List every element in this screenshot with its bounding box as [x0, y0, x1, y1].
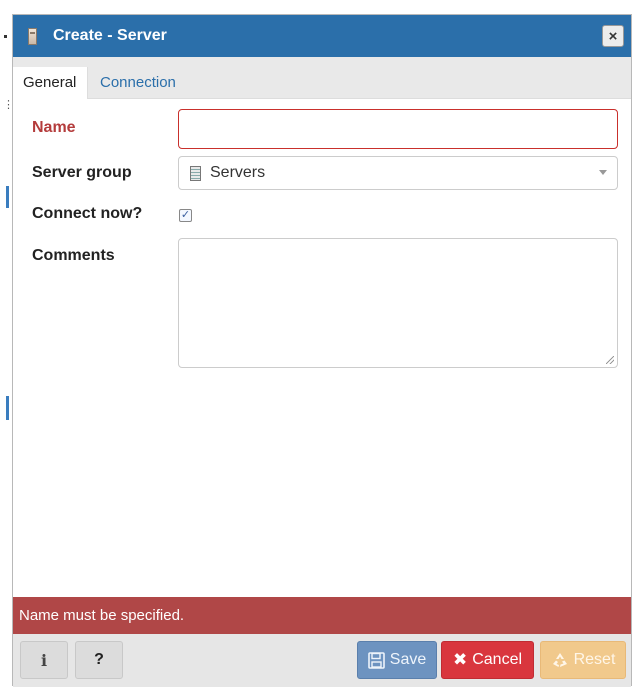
tab-general[interactable]: General: [13, 67, 88, 99]
name-input[interactable]: [178, 109, 618, 149]
reset-button[interactable]: Reset: [540, 641, 626, 679]
server-group-value: Servers: [210, 164, 266, 181]
reset-label: Reset: [573, 651, 616, 668]
background-app-fragment: [6, 186, 9, 208]
cancel-label: Cancel: [472, 651, 523, 668]
save-button[interactable]: Save: [357, 641, 437, 679]
connect-now-label: Connect now?: [32, 205, 143, 222]
server-icon: [28, 27, 37, 45]
background-app-fragment: [6, 396, 9, 420]
x-icon: ✖: [452, 650, 468, 669]
tab-connection[interactable]: Connection: [90, 67, 186, 99]
tab-bar: General Connection: [13, 57, 631, 99]
name-label: Name: [32, 119, 76, 136]
server-group-label: Server group: [32, 164, 132, 181]
resize-handle-icon[interactable]: [606, 356, 614, 364]
dialog-footer: i ? Save ✖ Cancel Reset: [13, 634, 631, 687]
comments-textarea[interactable]: [178, 238, 618, 368]
dialog-title: Create - Server: [53, 27, 167, 44]
comments-label: Comments: [32, 247, 115, 264]
background-app-fragment: [4, 35, 7, 38]
save-label: Save: [389, 651, 427, 668]
floppy-disk-icon: [367, 651, 385, 669]
create-server-dialog: Create - Server × General Connection Nam…: [12, 14, 632, 687]
dialog-titlebar[interactable]: Create - Server ×: [13, 15, 631, 57]
close-button[interactable]: ×: [602, 25, 624, 47]
recycle-icon: [551, 651, 569, 669]
server-group-select[interactable]: Servers: [178, 156, 618, 190]
chevron-down-icon[interactable]: [599, 170, 607, 175]
server-group-icon: [190, 165, 201, 181]
error-message: Name must be specified.: [13, 597, 631, 634]
info-button[interactable]: i: [20, 641, 68, 679]
help-button[interactable]: ?: [75, 641, 123, 679]
connect-now-checkbox[interactable]: ✓: [179, 209, 192, 222]
cancel-button[interactable]: ✖ Cancel: [441, 641, 534, 679]
